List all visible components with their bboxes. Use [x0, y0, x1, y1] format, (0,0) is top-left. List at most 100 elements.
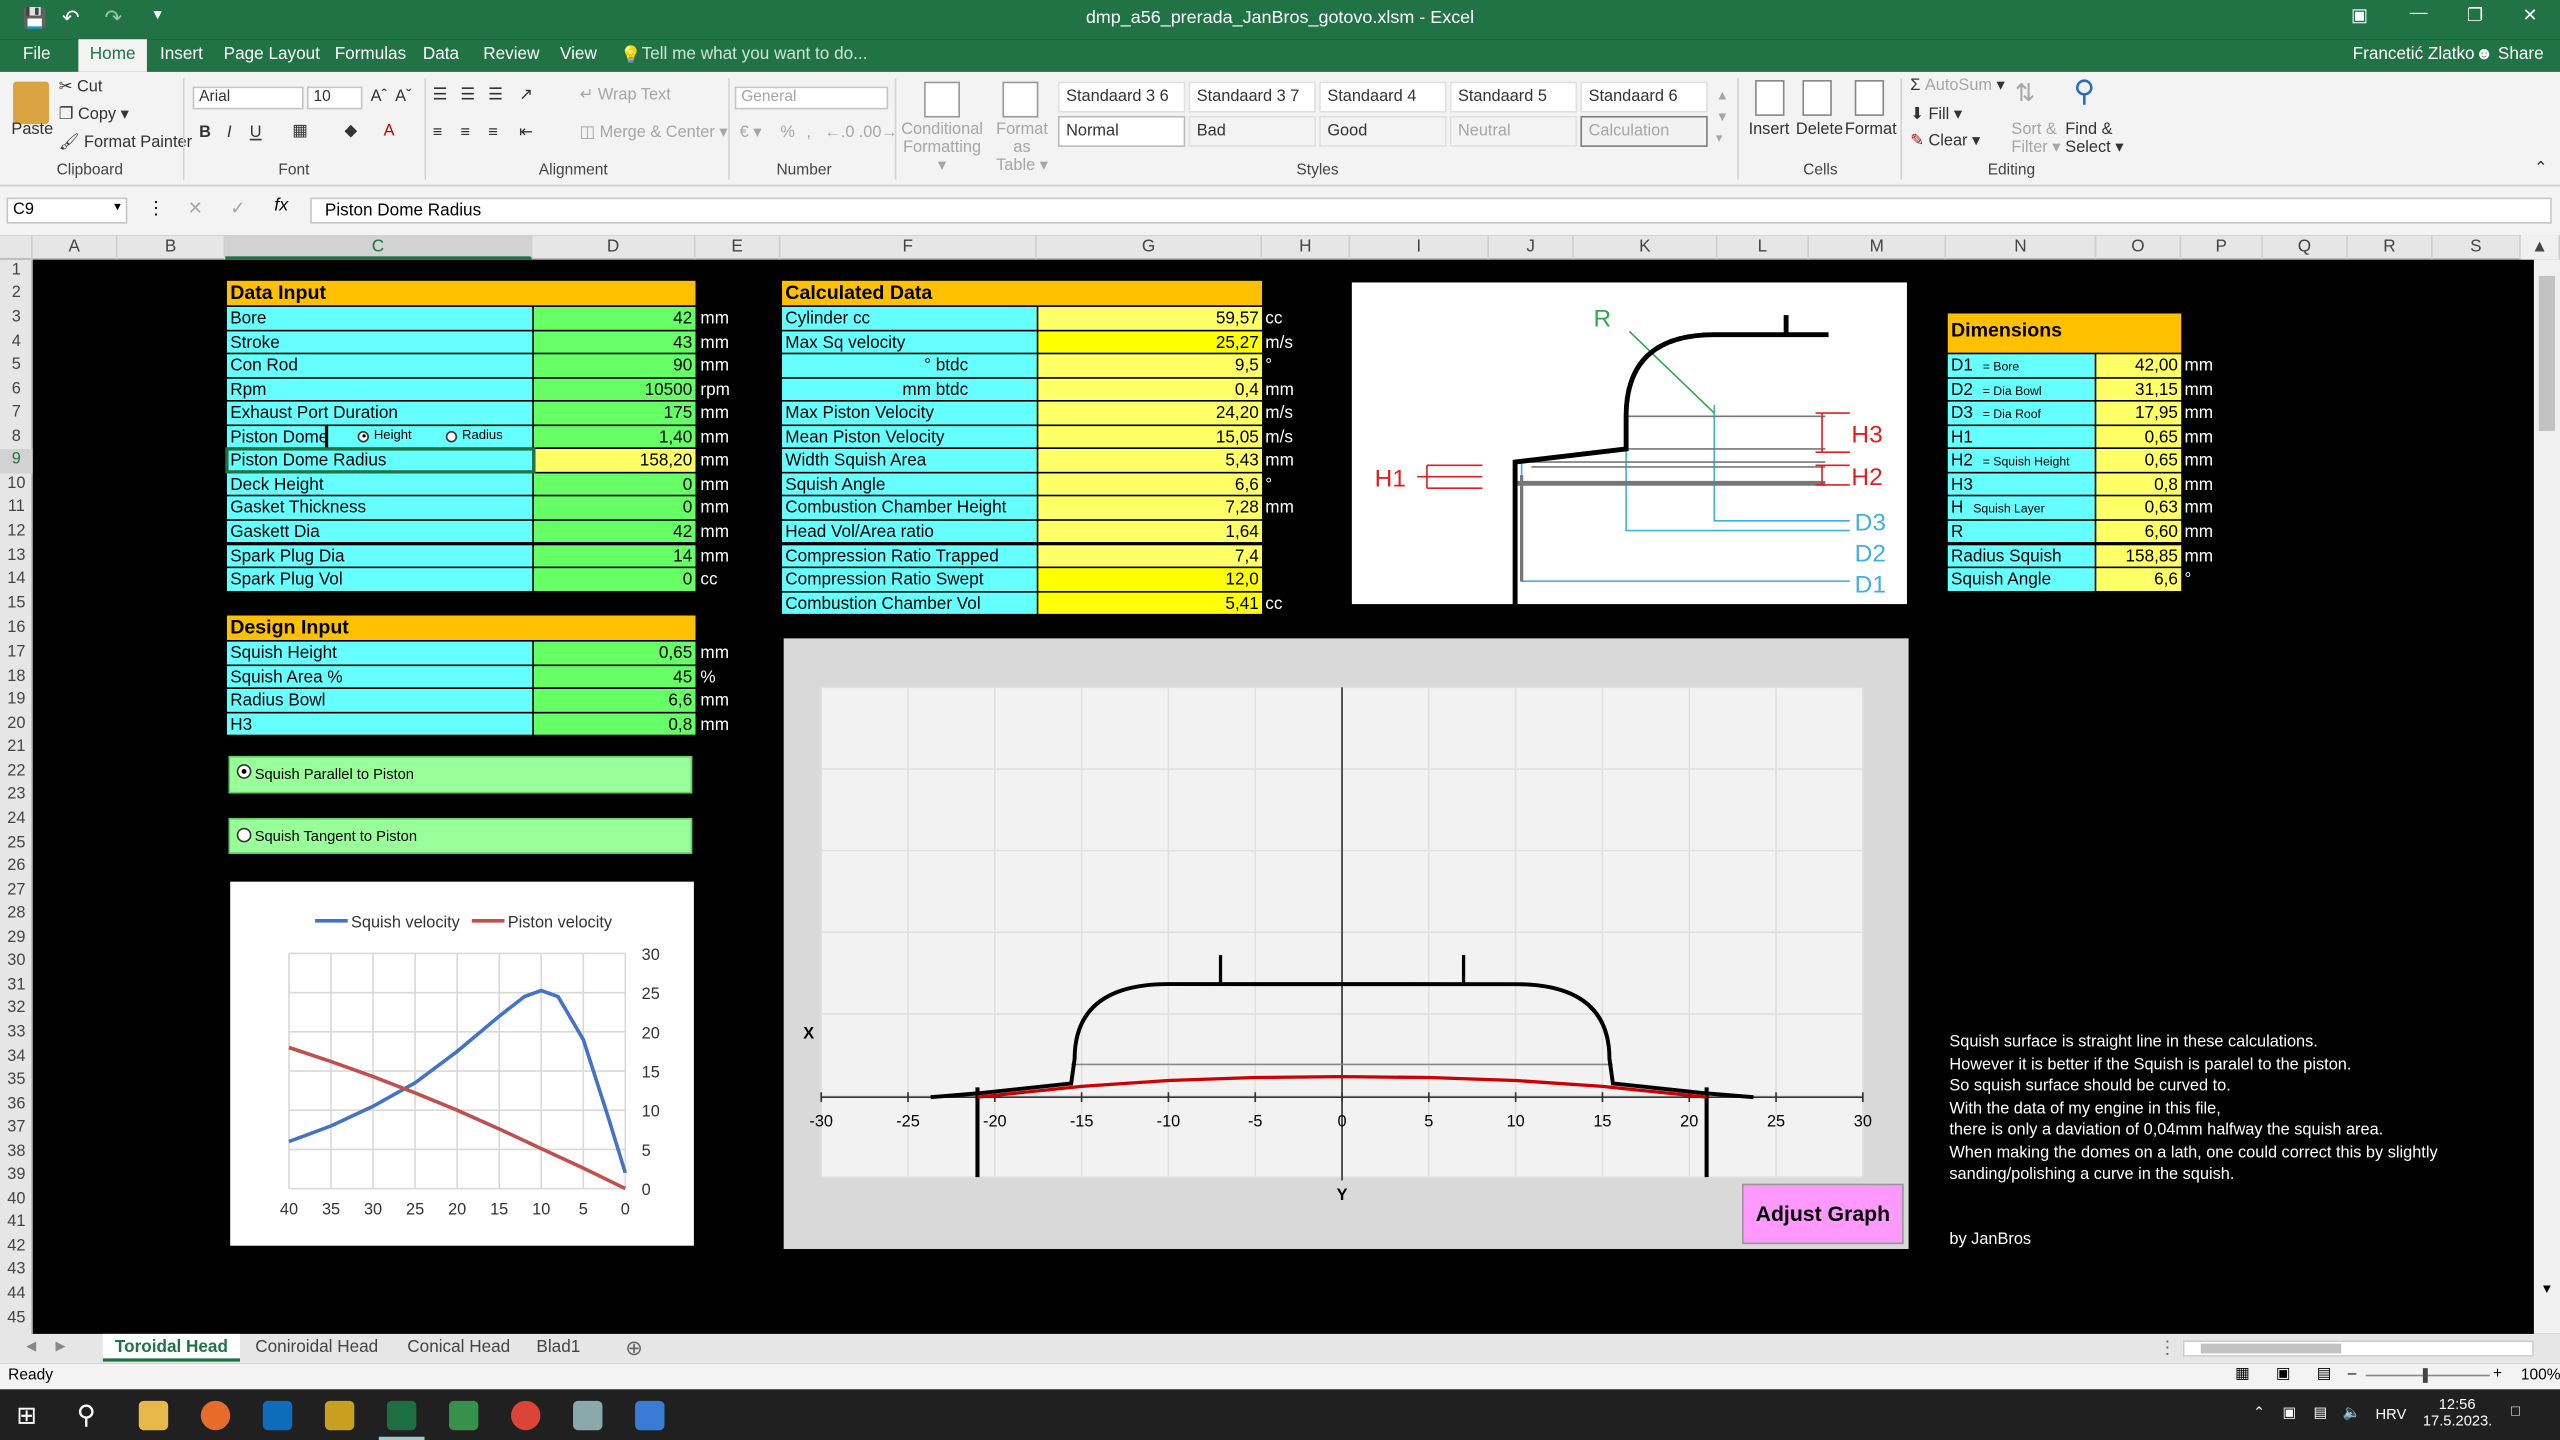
- row-header[interactable]: 22: [0, 761, 33, 785]
- row-value[interactable]: 6,6: [2096, 568, 2182, 591]
- bold-icon[interactable]: B: [199, 124, 211, 142]
- vertical-scroll-thumb[interactable]: [2538, 275, 2556, 432]
- row-header[interactable]: 34: [0, 1046, 33, 1070]
- column-header[interactable]: B: [118, 235, 226, 260]
- align-bottom-icon[interactable]: ☰: [488, 87, 503, 105]
- row-value[interactable]: 24,20: [1038, 401, 1263, 425]
- minimize-icon[interactable]: —: [2410, 3, 2428, 23]
- row-header[interactable]: 36: [0, 1093, 33, 1117]
- formula-input[interactable]: Piston Dome Radius: [310, 197, 2552, 224]
- horizontal-scroll-thumb[interactable]: [2200, 1343, 2342, 1354]
- row-value[interactable]: 14: [533, 544, 696, 567]
- clear-button[interactable]: ✎ Clear ▾: [1910, 132, 1980, 150]
- column-header[interactable]: K: [1574, 235, 1718, 260]
- radio-selected-icon[interactable]: [357, 430, 369, 443]
- row-header[interactable]: 28: [0, 903, 33, 927]
- row-value[interactable]: 7,28: [1038, 496, 1263, 520]
- row-header[interactable]: 11: [0, 497, 33, 521]
- row-value[interactable]: 6,6: [533, 689, 696, 712]
- sheet-tab-coniroidal-head[interactable]: Coniroidal Head: [243, 1334, 390, 1362]
- format-painter-button[interactable]: 🖌 Format Painter: [59, 134, 192, 152]
- more-options-icon[interactable]: ⋮: [147, 198, 165, 219]
- magnifier-icon[interactable]: ⚲: [2073, 75, 2095, 109]
- tray-security-icon[interactable]: ▣: [2282, 1404, 2296, 1422]
- row-value[interactable]: 158,85: [2096, 544, 2182, 567]
- sheet-tab-conical-head[interactable]: Conical Head: [397, 1334, 521, 1362]
- row-header[interactable]: 1: [0, 260, 33, 281]
- row-header[interactable]: 26: [0, 856, 33, 880]
- row-header[interactable]: 10: [0, 473, 33, 497]
- row-header[interactable]: 45: [0, 1307, 33, 1331]
- network-icon[interactable]: ▤: [2313, 1404, 2327, 1422]
- column-header[interactable]: M: [1809, 235, 1947, 260]
- row-value[interactable]: 43: [533, 330, 696, 353]
- row-header[interactable]: 25: [0, 832, 33, 856]
- row-value[interactable]: 10500: [533, 378, 696, 401]
- tab-file[interactable]: File: [23, 44, 51, 64]
- notifications-icon[interactable]: □: [2511, 1402, 2520, 1418]
- fill-button[interactable]: ⬇ Fill ▾: [1910, 106, 1962, 124]
- grow-font-icon[interactable]: Aˆ: [371, 88, 387, 106]
- app-2-icon[interactable]: [573, 1400, 603, 1431]
- sheet-tab-blad1[interactable]: Blad1: [527, 1334, 589, 1362]
- row-header[interactable]: 41: [0, 1212, 33, 1236]
- zoom-slider-thumb[interactable]: [2422, 1368, 2428, 1383]
- radio-unselected-icon[interactable]: [236, 827, 252, 843]
- column-header[interactable]: N: [1946, 235, 2097, 260]
- merge-center-button[interactable]: ◫ Merge & Center ▾: [580, 124, 728, 142]
- row-value[interactable]: 0: [533, 568, 696, 591]
- style-standaard-4[interactable]: Standaard 4: [1319, 81, 1447, 113]
- style-good[interactable]: Good: [1319, 115, 1447, 147]
- insert-cells-icon[interactable]: [1755, 80, 1785, 116]
- row-header[interactable]: 29: [0, 927, 33, 951]
- find-select-button[interactable]: Find & Select ▾: [2065, 121, 2123, 157]
- row-header[interactable]: 15: [0, 592, 33, 616]
- column-header[interactable]: H: [1262, 235, 1351, 260]
- wrap-text-button[interactable]: ↵ Wrap Text: [580, 87, 671, 105]
- decrease-decimal-icon[interactable]: .00→: [859, 124, 898, 142]
- row-header[interactable]: 43: [0, 1259, 33, 1283]
- column-header[interactable]: O: [2096, 235, 2182, 260]
- italic-icon[interactable]: I: [227, 124, 232, 142]
- row-header[interactable]: 5: [0, 354, 33, 378]
- tab-page-layout[interactable]: Page Layout: [224, 44, 320, 64]
- row-value[interactable]: 42: [533, 306, 696, 330]
- row-value[interactable]: 90: [533, 354, 696, 377]
- number-format-select[interactable]: General: [734, 86, 889, 110]
- conditional-formatting-icon[interactable]: [924, 81, 960, 118]
- row-value[interactable]: 17,95: [2096, 401, 2182, 425]
- column-header[interactable]: F: [780, 235, 1037, 260]
- chrome-icon[interactable]: [511, 1400, 541, 1431]
- row-value[interactable]: 0,4: [1038, 378, 1263, 401]
- style-bad[interactable]: Bad: [1188, 115, 1316, 147]
- adjust-graph-button[interactable]: Adjust Graph: [1742, 1183, 1904, 1245]
- name-box[interactable]: C9: [6, 197, 128, 224]
- column-header[interactable]: D: [532, 235, 696, 260]
- paste-icon[interactable]: [13, 81, 49, 125]
- row-value[interactable]: 42,00: [2096, 354, 2182, 377]
- close-icon[interactable]: ✕: [2522, 5, 2537, 27]
- row-header[interactable]: 13: [0, 544, 33, 568]
- zoom-slider[interactable]: [2365, 1368, 2490, 1383]
- cancel-icon[interactable]: ✕: [188, 198, 203, 219]
- row-header[interactable]: 44: [0, 1283, 33, 1307]
- row-header[interactable]: 17: [0, 642, 33, 666]
- row-header[interactable]: 40: [0, 1188, 33, 1212]
- row-header[interactable]: 31: [0, 974, 33, 998]
- row-value[interactable]: 31,15: [2096, 378, 2182, 401]
- volume-icon[interactable]: 🔈: [2343, 1404, 2361, 1422]
- row-header[interactable]: 2: [0, 281, 33, 307]
- column-header[interactable]: L: [1718, 235, 1809, 260]
- row-header[interactable]: 42: [0, 1236, 33, 1260]
- align-top-icon[interactable]: ☰: [433, 87, 448, 105]
- row-value[interactable]: 12,0: [1038, 568, 1263, 591]
- row-header[interactable]: 20: [0, 713, 33, 737]
- row-header[interactable]: 9: [0, 449, 33, 474]
- row-value[interactable]: 9,5: [1038, 354, 1263, 377]
- collapse-ribbon-icon[interactable]: ⌃: [2534, 160, 2548, 178]
- style-neutral[interactable]: Neutral: [1449, 115, 1578, 147]
- row-header[interactable]: 19: [0, 689, 33, 713]
- velocity-chart[interactable]: 40 35 30 25 20 15 10 5 0 0 5 10 15 20 25 30 Squish veloc…: [230, 881, 694, 1246]
- column-header[interactable]: C: [225, 235, 533, 260]
- tell-me-box[interactable]: Tell me what you want to do...: [642, 44, 868, 64]
